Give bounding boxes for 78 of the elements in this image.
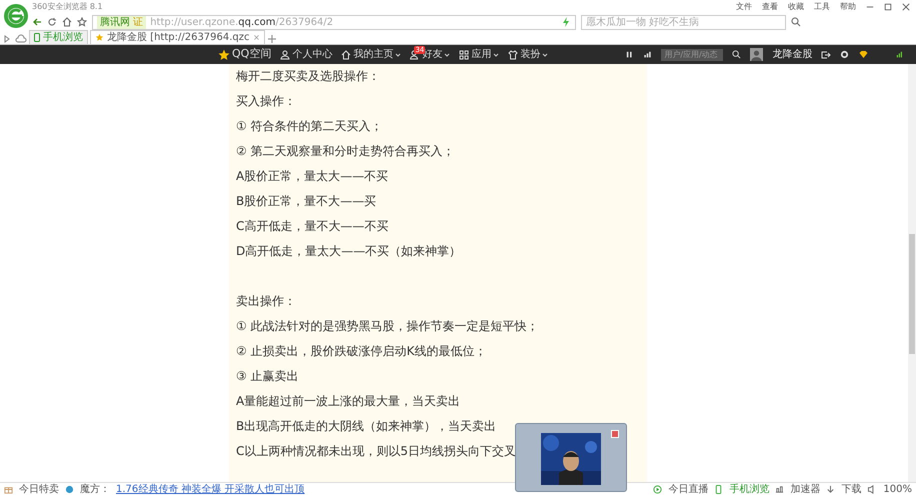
logout-icon[interactable] [821,50,832,60]
article-line: B股价正常，量不大——买 [236,193,376,210]
status-item[interactable]: 今日直播 [668,482,708,495]
scrollbar-thumb[interactable] [909,234,915,354]
cloud-icon[interactable] [15,34,27,44]
signal-icon [896,50,904,58]
menu-item[interactable]: 工具 [814,1,830,13]
article-line: 梅开二度买卖及选股操作： [236,68,380,85]
nav-item[interactable]: 装扮 [508,45,548,64]
menu-item[interactable]: 查看 [762,1,778,13]
user-name[interactable]: 龙降金股 [772,47,812,62]
star-icon [95,33,104,42]
article-line: C高开低走，量不大——不买 [236,218,388,235]
url-text: http://user.qzone.qq.com/2637964/2 [150,16,334,30]
window-title: 360安全浏览器 8.1 [32,1,103,13]
menu-item[interactable]: 文件 [736,1,752,13]
home-icon[interactable] [62,17,72,27]
avatar-icon[interactable] [750,48,764,61]
caret-icon [444,52,450,58]
status-item[interactable]: 手机浏览 [729,482,770,495]
scrollbar[interactable] [908,64,916,482]
download-icon[interactable] [826,484,836,494]
article-line: ① 符合条件的第二天买入； [236,118,383,135]
tab-label: 龙降金股 [http://2637964.qzc [107,30,250,45]
reload-icon[interactable] [47,17,57,27]
nav-item[interactable]: 个人中心 [280,45,332,64]
star-icon[interactable] [77,17,87,27]
nav-item[interactable]: 应用 [459,45,500,64]
home-icon [341,50,352,60]
status-item[interactable]: 加速器 [790,482,820,495]
tab-label: 手机浏览 [43,30,83,45]
shirt-icon [508,50,518,60]
caret-icon [493,52,500,58]
caret-icon [395,52,402,58]
caret-icon [542,52,548,58]
pause-icon[interactable] [626,50,634,58]
close-button[interactable] [611,430,619,438]
article-line: B出现高开低走的大阴线（如来神掌），当天卖出 [236,418,496,435]
qzone-logo[interactable]: QQ空间 [218,45,272,64]
status-item[interactable]: 魔方： [80,482,110,495]
settings-icon[interactable] [840,50,850,59]
maximize-icon[interactable] [884,3,892,11]
article-line: ② 第二天观察量和分时走势符合再买入； [236,143,455,160]
article-line: D高开低走，量太大——不买（如来神掌） [236,243,462,260]
ad-link[interactable]: 1.76经典传奇 神装全爆 开采散人也可出顶 [116,482,305,495]
diamond-icon[interactable] [858,50,870,60]
browser-tab[interactable]: 龙降金股 [http://2637964.qzc [90,30,265,44]
nav-item[interactable]: 我的主页 [341,45,402,64]
back-icon[interactable] [32,17,42,27]
browser-logo [3,3,29,29]
new-tab-icon[interactable] [266,34,277,44]
bars-icon[interactable] [775,484,784,494]
status-item[interactable]: 今日特卖 [19,482,59,495]
article-line: A量能超过前一波上涨的最大量，当天卖出 [236,393,460,410]
search-icon[interactable] [791,17,801,27]
person-icon [280,50,290,60]
grid-icon [459,50,470,60]
article-line: 卖出操作： [236,293,296,310]
article-line: ② 止损卖出，股价跌破涨停启动K线的最低位； [236,343,486,360]
menu-item[interactable]: 收藏 [788,1,804,13]
status-item[interactable]: 下载 [841,482,862,495]
phone-icon[interactable] [714,484,724,494]
cert-label: 证 [132,16,144,28]
article-line: ③ 止赢卖出 [236,368,299,385]
article-line: C以上两种情况都未出现，则以5日均线拐头向下交叉 [236,443,516,460]
search-icon[interactable] [732,50,742,59]
phone-icon [34,33,40,42]
zoom-level[interactable]: 100% [883,482,912,495]
article-line: 买入操作： [236,93,296,110]
menu-item[interactable]: 帮助 [840,1,856,13]
star-icon [218,48,230,60]
play-icon[interactable] [653,484,662,494]
article-line: A股价正常，量太大——不买 [236,168,388,185]
bars-icon[interactable] [643,50,652,58]
close-icon[interactable] [902,3,910,11]
address-bar[interactable]: 腾讯网 证 http://user.qzone.qq.com/2637964/2 [92,14,576,30]
article-line: ① 此战法针对的是强势黑马股，操作节奏一定是短平快； [236,318,539,335]
site-label: 腾讯网 [100,16,130,28]
